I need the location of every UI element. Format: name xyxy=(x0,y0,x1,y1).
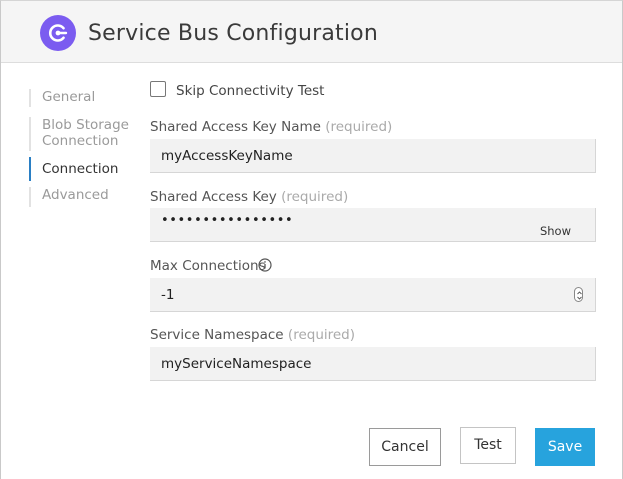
access-key-label: Shared Access Key (required) xyxy=(150,189,348,205)
save-button[interactable]: Save xyxy=(535,428,595,466)
number-stepper[interactable] xyxy=(574,287,583,302)
namespace-label-text: Service Namespace xyxy=(150,327,284,343)
required-hint: (required) xyxy=(281,189,349,205)
access-key-label-text: Shared Access Key xyxy=(150,189,277,205)
key-name-value: myAccessKeyName xyxy=(161,148,293,164)
service-namespace-input[interactable]: myServiceNamespace xyxy=(150,347,596,381)
shared-access-key-name-input[interactable]: myAccessKeyName xyxy=(150,139,596,173)
info-icon[interactable] xyxy=(258,258,272,272)
namespace-label: Service Namespace (required) xyxy=(150,327,355,343)
skip-connectivity-test-label: Skip Connectivity Test xyxy=(176,83,325,99)
stepper-arrows-icon xyxy=(577,291,582,300)
skip-connectivity-test-checkbox[interactable] xyxy=(150,81,166,97)
required-hint: (required) xyxy=(287,327,356,343)
page-title: Service Bus Configuration xyxy=(88,21,378,46)
max-connections-label: Max Connections xyxy=(150,258,266,274)
required-hint: (required) xyxy=(325,119,393,135)
access-key-masked-value: •••••••••••••••• xyxy=(161,213,294,228)
sidebar-item-advanced[interactable]: Advanced xyxy=(29,187,139,207)
test-button[interactable]: Test xyxy=(460,427,516,464)
max-connections-input[interactable]: -1 xyxy=(150,278,596,312)
sidebar-item-general[interactable]: General xyxy=(29,89,139,107)
service-bus-logo-icon xyxy=(40,15,76,51)
cancel-button[interactable]: Cancel xyxy=(369,428,441,466)
key-name-label: Shared Access Key Name (required) xyxy=(150,119,392,135)
shared-access-key-input[interactable]: •••••••••••••••• Show xyxy=(150,208,596,242)
max-connections-value: -1 xyxy=(161,287,175,303)
show-password-button[interactable]: Show xyxy=(540,224,571,238)
sidebar-item-blob-storage-connection[interactable]: Blob Storage Connection xyxy=(29,117,133,151)
dialog-header: Service Bus Configuration xyxy=(1,1,622,63)
sidebar-item-connection[interactable]: Connection xyxy=(29,157,139,181)
key-name-label-text: Shared Access Key Name xyxy=(150,119,321,135)
namespace-value: myServiceNamespace xyxy=(161,356,312,372)
